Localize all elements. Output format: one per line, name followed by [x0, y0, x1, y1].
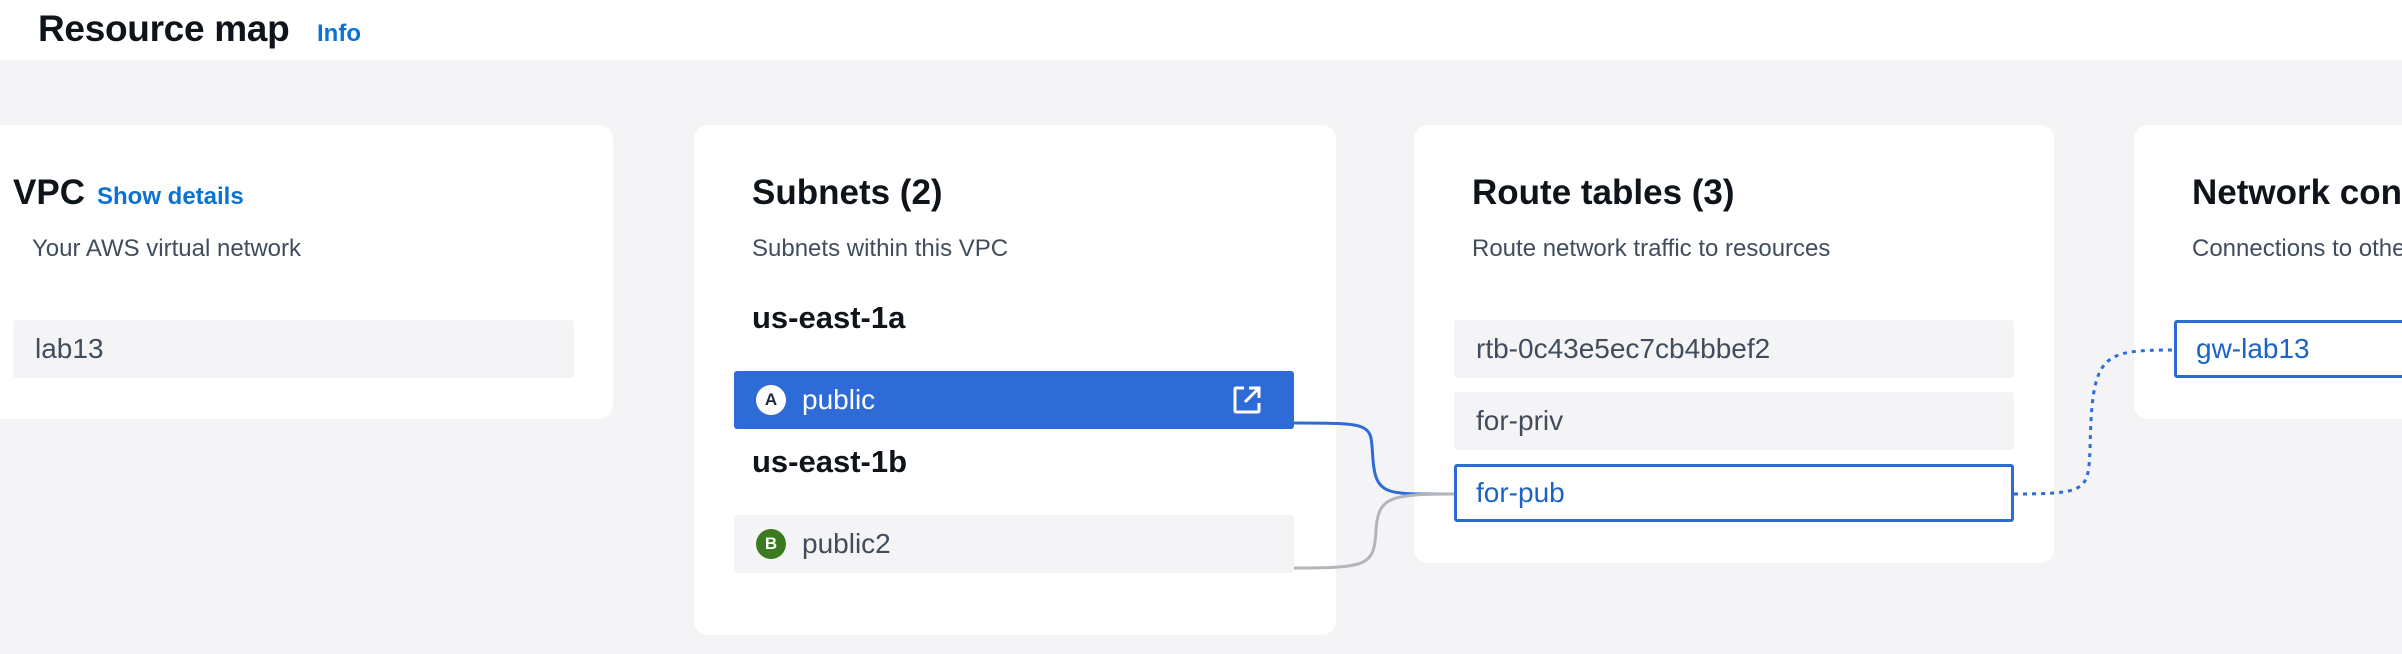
page-header: Resource map Info [0, 0, 2402, 60]
info-link[interactable]: Info [317, 20, 361, 48]
connector-public-to-for-pub [1293, 421, 1455, 496]
connector-public2-to-for-pub [1293, 492, 1455, 570]
page-title: Resource map [38, 8, 290, 49]
resource-map-canvas: VPC Show details Your AWS virtual networ… [0, 60, 2402, 654]
connector-for-pub-to-gw-lab13 [2013, 348, 2175, 496]
connector-lines [1293, 348, 2175, 570]
